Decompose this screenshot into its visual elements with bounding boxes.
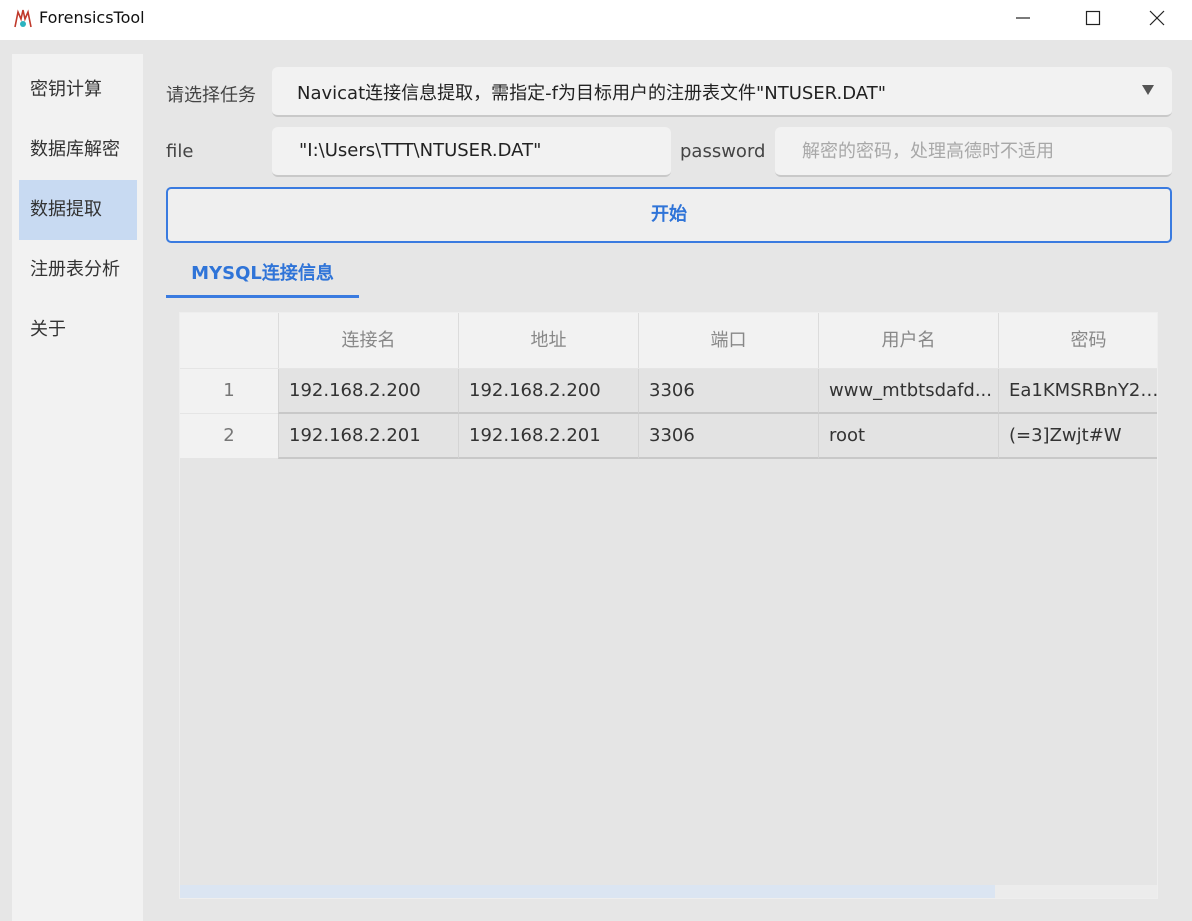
file-field-value: "I:\Users\TTT\NTUSER.DAT" (299, 140, 542, 161)
table-cell[interactable]: Ea1KMSRBnY2e... (998, 369, 1157, 414)
horizontal-scrollbar-thumb[interactable] (180, 885, 995, 898)
app-title: ForensicsTool (39, 8, 145, 27)
table-cell[interactable]: 192.168.2.200 (458, 369, 638, 414)
horizontal-scrollbar[interactable] (180, 885, 1157, 898)
table-cell[interactable]: 192.168.2.200 (278, 369, 458, 414)
sidebar-item-about[interactable]: 关于 (19, 300, 137, 360)
table-cell[interactable]: 192.168.2.201 (278, 414, 458, 459)
table-cell[interactable]: 192.168.2.201 (458, 414, 638, 459)
file-label: file (166, 141, 194, 162)
start-button[interactable]: 开始 (166, 187, 1172, 243)
maximize-button[interactable] (1058, 0, 1128, 36)
sidebar-item-key-calc[interactable]: 密钥计算 (19, 60, 137, 120)
table-cell[interactable]: www_mtbtsdafd... (818, 369, 998, 414)
sidebar-item-db-decrypt[interactable]: 数据库解密 (19, 120, 137, 180)
sidebar: 密钥计算 数据库解密 数据提取 注册表分析 关于 (12, 54, 143, 921)
chevron-down-icon[interactable] (1141, 84, 1155, 96)
column-header[interactable]: 地址 (458, 313, 638, 368)
password-label: password (680, 141, 766, 162)
table-cell[interactable]: root (818, 414, 998, 459)
table-cell[interactable]: (=3]Zwjt#W (998, 414, 1157, 459)
column-header[interactable]: 端口 (638, 313, 818, 368)
task-label: 请选择任务 (166, 85, 256, 106)
close-button[interactable] (1122, 0, 1192, 36)
table-cell[interactable]: 3306 (638, 369, 818, 414)
close-icon (1149, 10, 1165, 26)
table-corner (180, 313, 278, 368)
sidebar-item-data-extract[interactable]: 数据提取 (19, 180, 137, 240)
row-header[interactable]: 2 (180, 414, 278, 458)
maximize-icon (1085, 10, 1101, 26)
connections-table: 连接名 地址 端口 用户名 密码 1 192.168.2.200 192.168… (179, 312, 1158, 899)
column-header[interactable]: 连接名 (278, 313, 458, 368)
password-field-container (775, 127, 1172, 177)
sidebar-item-registry[interactable]: 注册表分析 (19, 240, 137, 300)
file-field[interactable]: "I:\Users\TTT\NTUSER.DAT" (272, 127, 671, 177)
column-header[interactable]: 用户名 (818, 313, 998, 368)
task-select[interactable]: Navicat连接信息提取，需指定-f为目标用户的注册表文件"NTUSER.DA… (272, 67, 1172, 117)
tab-mysql-connections[interactable]: MYSQL连接信息 (166, 255, 359, 298)
title-bar: ForensicsTool (0, 0, 1192, 40)
table-cell[interactable]: 3306 (638, 414, 818, 459)
app-logo-icon (14, 9, 32, 28)
row-header[interactable]: 1 (180, 369, 278, 413)
column-header[interactable]: 密码 (998, 313, 1157, 368)
task-select-value: Navicat连接信息提取，需指定-f为目标用户的注册表文件"NTUSER.DA… (297, 83, 886, 104)
password-input[interactable] (775, 127, 1172, 175)
minimize-button[interactable] (988, 0, 1058, 36)
minimize-icon (1016, 17, 1030, 19)
